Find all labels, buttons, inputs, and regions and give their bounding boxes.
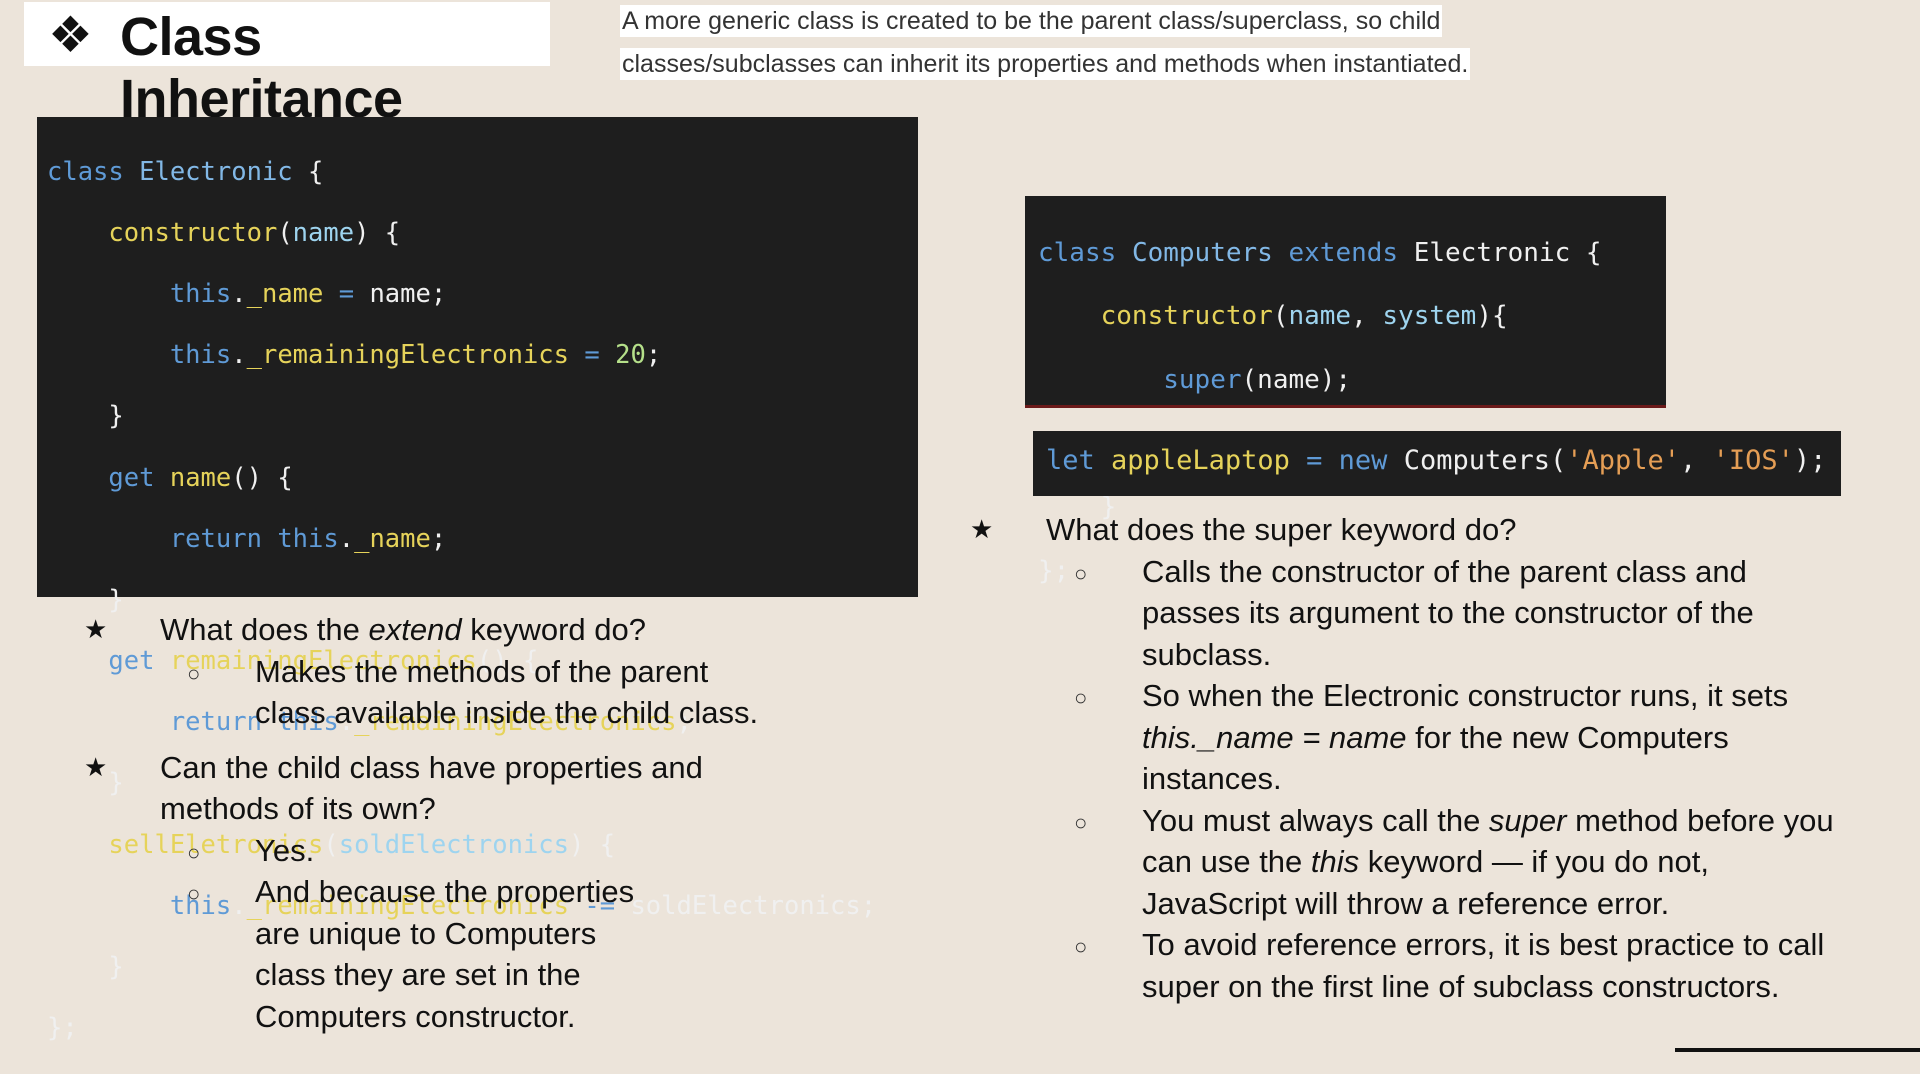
code-block-instance: let appleLaptop = new Computers('Apple',… xyxy=(1033,431,1841,496)
code-block-computers: class Computers extends Electronic { con… xyxy=(1025,196,1666,586)
slide-subtitle: A more generic class is created to be th… xyxy=(620,0,1600,86)
circle-bullet-icon: ○ xyxy=(1074,685,1088,710)
bottom-edge-bar xyxy=(1675,1048,1920,1052)
code-line: constructor(name) { xyxy=(108,217,401,248)
subtitle-text: A more generic class is created to be th… xyxy=(620,5,1471,80)
circle-bullet-icon: ○ xyxy=(1074,560,1088,586)
bullet-answer: ○ So when the Electronic constructor run… xyxy=(1074,678,1789,796)
code-line: this._remainingElectronics = 20; xyxy=(169,340,662,371)
bullet-answer: ○ Yes. xyxy=(80,830,840,872)
bullet-question: ★ Can the child class have properties an… xyxy=(80,747,720,830)
title-box: ❖ Class Inheritance xyxy=(24,2,550,129)
code-line: constructor(name, system){ xyxy=(1100,301,1508,332)
left-bullet-list: ★ What does the extend keyword do? ○ Mak… xyxy=(80,609,840,1037)
circle-bullet-icon: ○ xyxy=(187,839,201,865)
star-bullet-icon: ★ xyxy=(84,614,108,644)
star-bullet-icon: ★ xyxy=(970,514,994,544)
code-line: return this._name; xyxy=(169,523,447,554)
page-title: Class Inheritance xyxy=(120,7,403,129)
circle-bullet-icon: ○ xyxy=(187,881,201,906)
code-line: super(name); xyxy=(1163,364,1352,395)
right-bullet-list: ★ What does the super keyword do? ○ Call… xyxy=(970,509,1870,1007)
star-bullet-icon: ★ xyxy=(84,751,108,782)
bullet-answer: ○ Makes the methods of the parent class … xyxy=(187,653,759,731)
bullet-question: ★ What does the super keyword do? xyxy=(970,509,1870,551)
code-line: class Computers extends Electronic { xyxy=(1038,237,1602,268)
bullet-question: ★ What does the extend keyword do? xyxy=(80,609,840,651)
bullet-answer: ○ Calls the constructor of the parent cl… xyxy=(1074,553,1754,672)
code-block-electronic: class Electronic { constructor(name) { t… xyxy=(37,117,918,1043)
circle-bullet-icon: ○ xyxy=(1074,934,1088,959)
bullet-answer: ○ You must always call the super method … xyxy=(1074,802,1834,921)
bullet-answer: ○ To avoid reference errors, it is best … xyxy=(1074,927,1825,1004)
code-line: get name() { xyxy=(108,462,293,493)
diamond-bullet-icon: ❖ xyxy=(48,7,93,63)
circle-bullet-icon: ○ xyxy=(187,660,201,686)
code-line: class Electronic { xyxy=(47,156,324,187)
code-line: this._name = name; xyxy=(169,278,447,309)
code-line: } xyxy=(47,401,124,432)
code-line: let appleLaptop = new Computers('Apple',… xyxy=(1046,445,1827,476)
circle-bullet-icon: ○ xyxy=(1074,809,1088,835)
bullet-answer: ○ And because the properties are unique … xyxy=(187,874,635,1034)
